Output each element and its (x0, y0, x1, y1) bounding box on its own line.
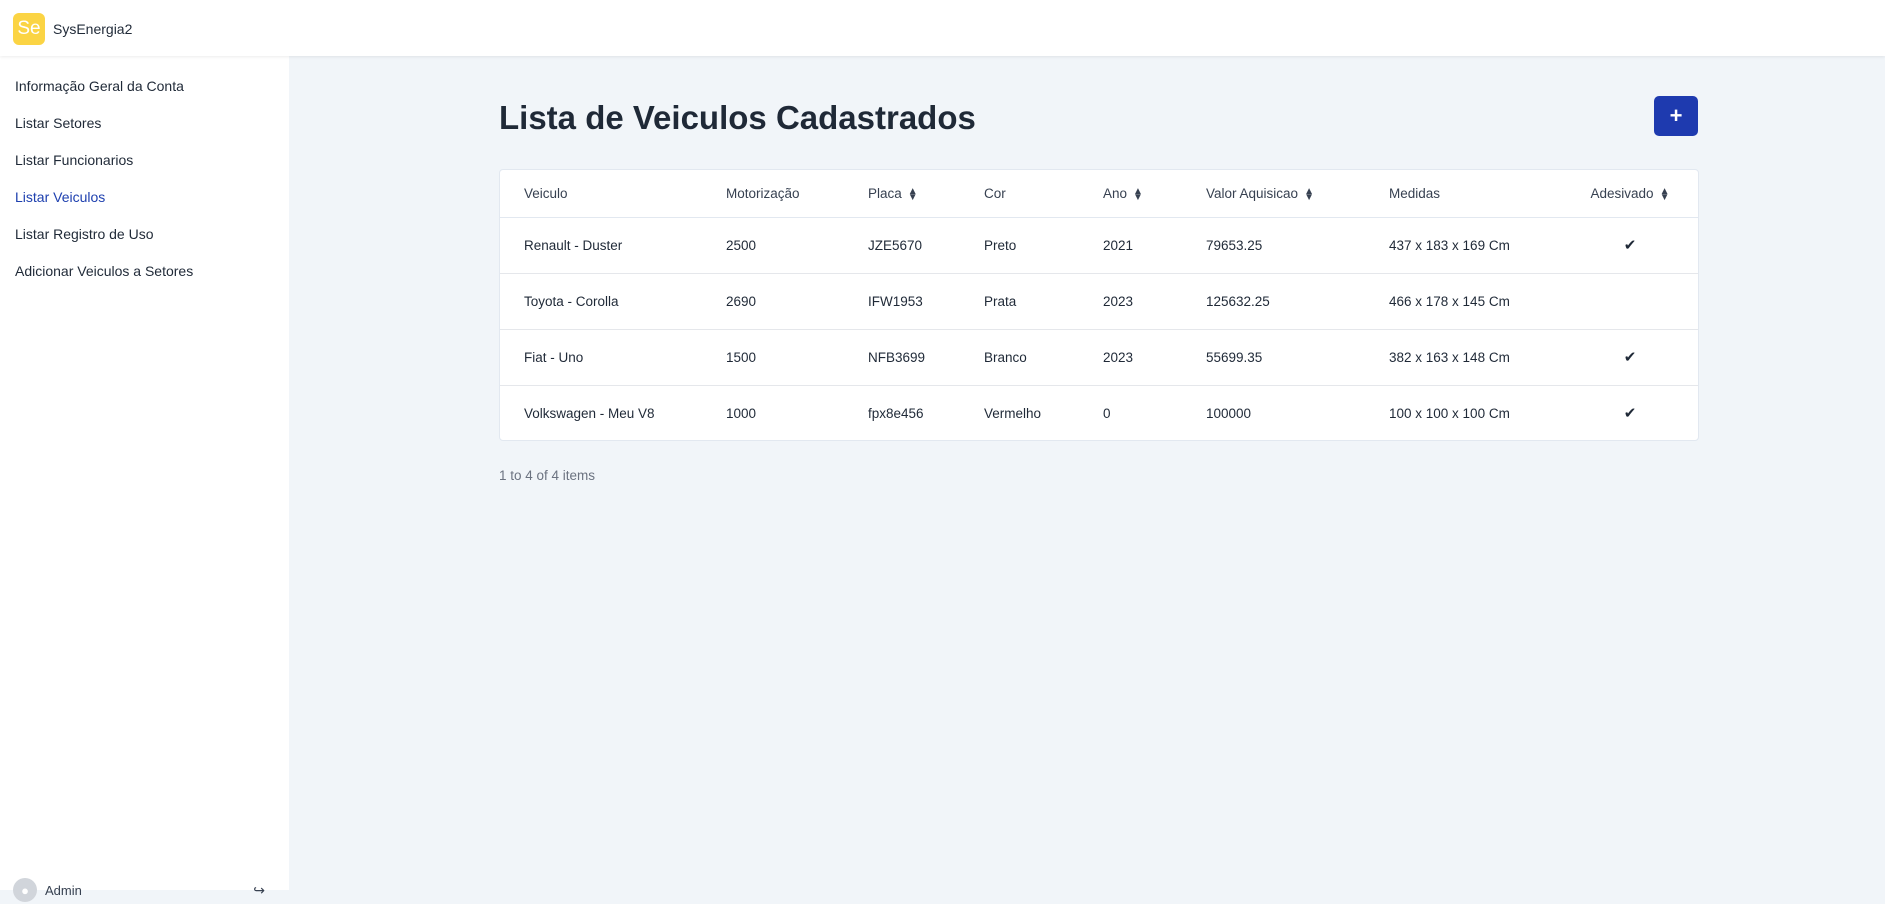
sort-icon[interactable]: ▲ ▼ (908, 187, 918, 203)
cell-placa: NFB3699 (844, 329, 960, 386)
cell-ano: 0 (1103, 405, 1111, 421)
column-header-placa[interactable]: Placa ▲ ▼ (844, 170, 960, 218)
sidebar-item-adicionar-veiculos-setores[interactable]: Adicionar Veiculos a Setores (0, 253, 289, 290)
cell-medidas: 466 x 178 x 145 Cm (1365, 273, 1560, 330)
column-header-veiculo: Veiculo (500, 170, 702, 218)
cell-medidas: 100 x 100 x 100 Cm (1389, 405, 1510, 421)
check-icon: ✔ (1623, 237, 1637, 254)
table-row[interactable]: Renault - Duster 2500 JZE5670 Preto 2021… (500, 217, 1698, 274)
user-name: Admin (45, 882, 82, 898)
table-row[interactable]: Toyota - Corolla 2690 IFW1953 Prata 2023… (500, 273, 1698, 330)
table-row[interactable]: Fiat - Uno 1500 NFB3699 Branco 2023 5569… (500, 329, 1698, 386)
cell-motorizacao: 1000 (726, 405, 757, 421)
sidebar-item-listar-veiculos[interactable]: Listar Veiculos (0, 179, 289, 216)
vehicles-table-card: Veiculo Motorização Placa ▲ ▼ Cor Ano ▲ ▼ Va… (499, 169, 1699, 441)
column-header-motorizacao: Motorização (702, 170, 844, 218)
cell-valor: 100000 (1206, 405, 1252, 421)
cell-medidas: 437 x 183 x 169 Cm (1365, 217, 1560, 274)
cell-adesivado (1560, 273, 1698, 330)
cell-adesivado: ✔ (1560, 217, 1698, 274)
cell-adesivado: ✔ (1560, 329, 1698, 386)
vehicles-table: Veiculo Motorização Placa ▲ ▼ Cor Ano ▲ ▼ Va… (500, 170, 1698, 440)
logout-icon[interactable]: ↪ (253, 882, 265, 899)
sort-icon[interactable]: ▲ ▼ (1660, 187, 1670, 203)
user-avatar-icon: ● (13, 878, 37, 902)
check-icon: ✔ (1623, 405, 1637, 423)
cell-placa: JZE5670 (844, 217, 960, 274)
sidebar-item-listar-funcionarios[interactable]: Listar Funcionarios (0, 142, 289, 179)
cell-ano: 2023 (1079, 329, 1182, 386)
app-name: SysEnergia2 (53, 21, 133, 37)
column-header-ano[interactable]: Ano ▲ ▼ (1079, 170, 1182, 218)
app-logo: Se (13, 13, 45, 45)
column-header-cor: Cor (960, 170, 1079, 218)
user-menu[interactable]: ● Admin ↪ (13, 876, 265, 904)
cell-cor: Preto (960, 217, 1079, 274)
check-icon: ✔ (1623, 349, 1637, 366)
cell-motorizacao: 2500 (702, 217, 844, 274)
cell-motorizacao: 2690 (702, 273, 844, 330)
cell-medidas: 382 x 163 x 148 Cm (1365, 329, 1560, 386)
cell-placa: fpx8e456 (868, 405, 924, 421)
add-vehicle-button[interactable]: + (1654, 96, 1698, 136)
cell-cor: Prata (960, 273, 1079, 330)
sidebar-item-informacao-geral[interactable]: Informação Geral da Conta (0, 68, 289, 105)
cell-veiculo: Fiat - Uno (500, 329, 702, 386)
brand[interactable]: Se SysEnergia2 (13, 13, 132, 45)
cell-cor: Vermelho (984, 405, 1042, 421)
sidebar-item-listar-setores[interactable]: Listar Setores (0, 105, 289, 142)
cell-cor: Branco (960, 329, 1079, 386)
sidebar: Informação Geral da Conta Listar Setores… (0, 56, 289, 902)
cell-veiculo: Volkswagen - Meu V8 (524, 405, 655, 421)
column-header-adesivado[interactable]: Adesivado ▲ ▼ (1560, 170, 1698, 218)
sort-icon[interactable]: ▲ ▼ (1304, 187, 1314, 203)
cell-placa: IFW1953 (844, 273, 960, 330)
cell-valor: 55699.35 (1182, 329, 1365, 386)
cell-valor: 125632.25 (1182, 273, 1365, 330)
cell-veiculo: Renault - Duster (500, 217, 702, 274)
main-content: Lista de Veiculos Cadastrados + Veiculo … (289, 56, 1885, 890)
page-title: Lista de Veiculos Cadastrados (499, 99, 976, 136)
pagination-summary: 1 to 4 of 4 items (499, 468, 596, 483)
sidebar-nav: Informação Geral da Conta Listar Setores… (0, 56, 289, 290)
sidebar-item-listar-registro-uso[interactable]: Listar Registro de Uso (0, 216, 289, 253)
cell-adesivado: ✔ (1560, 385, 1698, 440)
cell-ano: 2023 (1079, 273, 1182, 330)
cell-motorizacao: 1500 (702, 329, 844, 386)
table-row[interactable]: Volkswagen - Meu V8 1000 fpx8e456 Vermel… (500, 385, 1698, 440)
column-header-valor-aquisicao[interactable]: Valor Aquisicao ▲ ▼ (1182, 170, 1365, 218)
cell-veiculo: Toyota - Corolla (500, 273, 702, 330)
top-bar: Se SysEnergia2 (0, 0, 1885, 56)
cell-ano: 2021 (1079, 217, 1182, 274)
column-header-medidas: Medidas (1365, 170, 1560, 218)
cell-valor: 79653.25 (1182, 217, 1365, 274)
table-header-row: Veiculo Motorização Placa ▲ ▼ Cor Ano ▲ ▼ Va… (500, 170, 1698, 218)
sort-icon[interactable]: ▲ ▼ (1133, 187, 1143, 203)
